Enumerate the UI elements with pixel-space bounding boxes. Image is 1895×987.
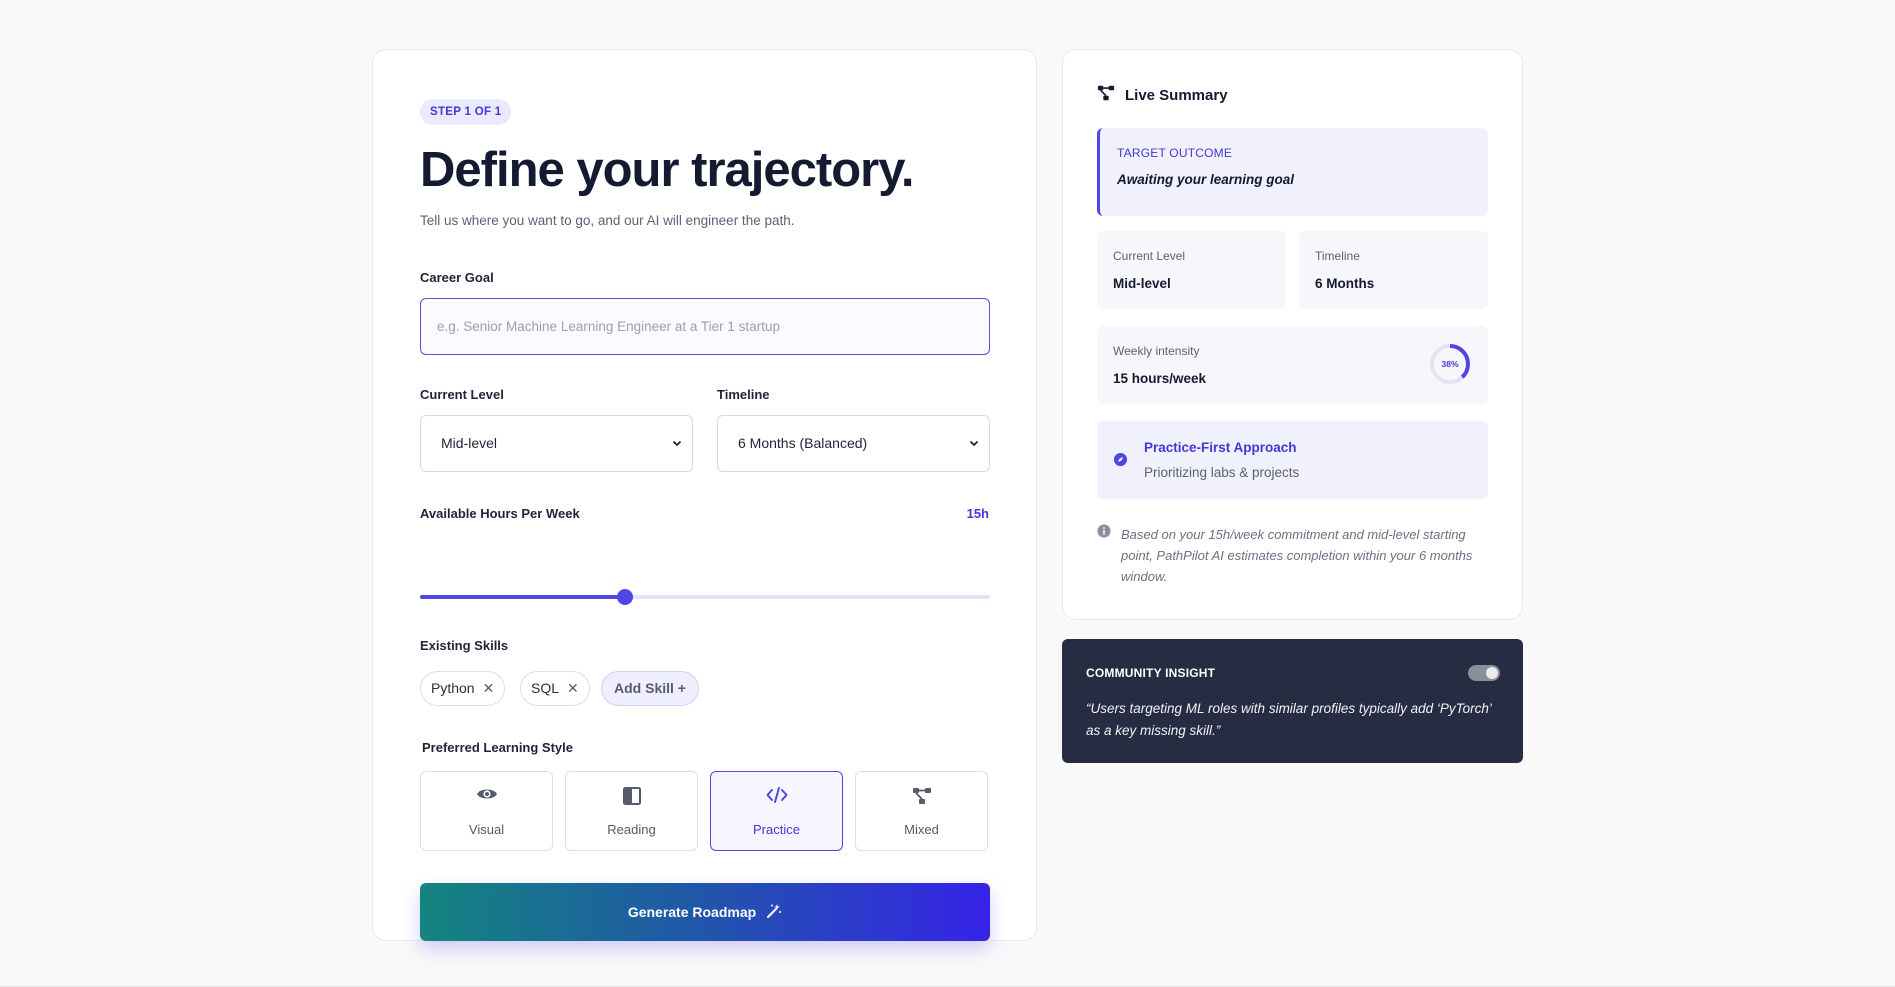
eye-icon	[421, 786, 552, 808]
hours-slider[interactable]	[420, 589, 990, 605]
step-badge: STEP 1 OF 1	[420, 99, 512, 125]
community-toggle[interactable]	[1468, 665, 1500, 681]
summary-level-value: Mid-level	[1113, 276, 1171, 291]
community-quote: “Users targeting ML roles with similar p…	[1086, 701, 1492, 738]
current-level-summary: Current Level Mid-level	[1097, 231, 1286, 309]
current-level-label: Current Level	[420, 387, 504, 402]
current-level-value: Mid-level	[441, 435, 498, 451]
learning-style-label-reading: Reading	[607, 822, 656, 837]
approach-panel: Practice-First Approach Prioritizing lab…	[1097, 421, 1488, 499]
target-outcome-label: TARGET OUTCOME	[1117, 146, 1233, 160]
code-icon	[711, 786, 842, 808]
weekly-intensity-panel: Weekly intensity 15 hours/week 38%	[1097, 326, 1488, 404]
page-subtitle: Tell us where you want to go, and our AI…	[420, 213, 795, 228]
community-insight-card: COMMUNITY INSIGHT “Users targeting ML ro…	[1062, 639, 1523, 763]
timeline-label: Timeline	[717, 387, 770, 402]
summary-title: Live Summary	[1125, 86, 1228, 104]
target-outcome-panel: TARGET OUTCOME Awaiting your learning go…	[1097, 128, 1488, 216]
magic-wand-icon	[766, 903, 782, 922]
approach-subtitle: Prioritizing labs & projects	[1144, 465, 1300, 480]
learning-style-label-mixed: Mixed	[904, 822, 939, 837]
learning-style-mixed[interactable]: Mixed	[855, 771, 988, 851]
close-icon[interactable]: ✕	[483, 680, 495, 696]
career-goal-input[interactable]	[420, 298, 990, 355]
nodes-icon	[1097, 84, 1115, 106]
roadmap-form-card: STEP 1 OF 1 Define your trajectory. Tell…	[372, 49, 1037, 941]
learning-style-label: Preferred Learning Style	[422, 740, 573, 755]
hours-label: Available Hours Per Week	[420, 506, 580, 521]
generate-roadmap-button[interactable]: Generate Roadmap	[420, 883, 990, 941]
current-level-select[interactable]: Mid-level	[420, 415, 693, 472]
nodes-icon	[856, 786, 987, 808]
intensity-label: Weekly intensity	[1113, 344, 1200, 358]
summary-timeline-label: Timeline	[1315, 249, 1360, 263]
hours-value: 15h	[966, 506, 989, 521]
summary-timeline-value: 6 Months	[1315, 276, 1375, 291]
toggle-knob	[1486, 667, 1498, 679]
generate-roadmap-label: Generate Roadmap	[627, 904, 757, 920]
info-icon	[1097, 524, 1111, 543]
timeline-value: 6 Months (Balanced)	[738, 435, 868, 451]
skills-label: Existing Skills	[420, 638, 509, 653]
compass-icon	[1113, 452, 1128, 472]
career-goal-label: Career Goal	[420, 270, 494, 285]
close-icon[interactable]: ✕	[567, 680, 579, 696]
book-icon	[566, 786, 697, 808]
intensity-progress-ring: 38%	[1430, 344, 1470, 384]
intensity-value: 15 hours/week	[1113, 371, 1207, 386]
skill-chip-label: Python	[431, 680, 475, 696]
intensity-percent: 38%	[1441, 359, 1458, 369]
hours-slider-thumb[interactable]	[617, 589, 634, 605]
skill-chip: SQL ✕	[520, 671, 590, 706]
learning-style-visual[interactable]: Visual	[420, 771, 553, 851]
learning-style-label-visual: Visual	[468, 822, 505, 837]
learning-style-practice[interactable]: Practice	[710, 771, 843, 851]
estimate-note: Based on your 15h/week commitment and mi…	[1121, 527, 1473, 584]
summary-header: Live Summary	[1097, 84, 1228, 106]
summary-level-label: Current Level	[1113, 249, 1186, 263]
hours-slider-fill	[420, 595, 626, 599]
page-title: Define your trajectory.	[420, 143, 914, 197]
add-skill-button[interactable]: Add Skill +	[601, 671, 699, 706]
chevron-down-icon	[672, 416, 682, 471]
skill-chip: Python ✕	[420, 671, 506, 706]
community-label: COMMUNITY INSIGHT	[1086, 666, 1216, 680]
target-outcome-value: Awaiting your learning goal	[1117, 172, 1295, 187]
timeline-select[interactable]: 6 Months (Balanced)	[717, 415, 990, 472]
timeline-summary: Timeline 6 Months	[1299, 231, 1488, 309]
learning-style-label-practice: Practice	[753, 822, 800, 837]
chevron-down-icon	[969, 416, 979, 471]
skill-chip-label: SQL	[531, 680, 560, 696]
live-summary-card: Live Summary TARGET OUTCOME Awaiting you…	[1062, 49, 1523, 620]
learning-style-reading[interactable]: Reading	[565, 771, 698, 851]
approach-title: Practice-First Approach	[1144, 440, 1297, 455]
